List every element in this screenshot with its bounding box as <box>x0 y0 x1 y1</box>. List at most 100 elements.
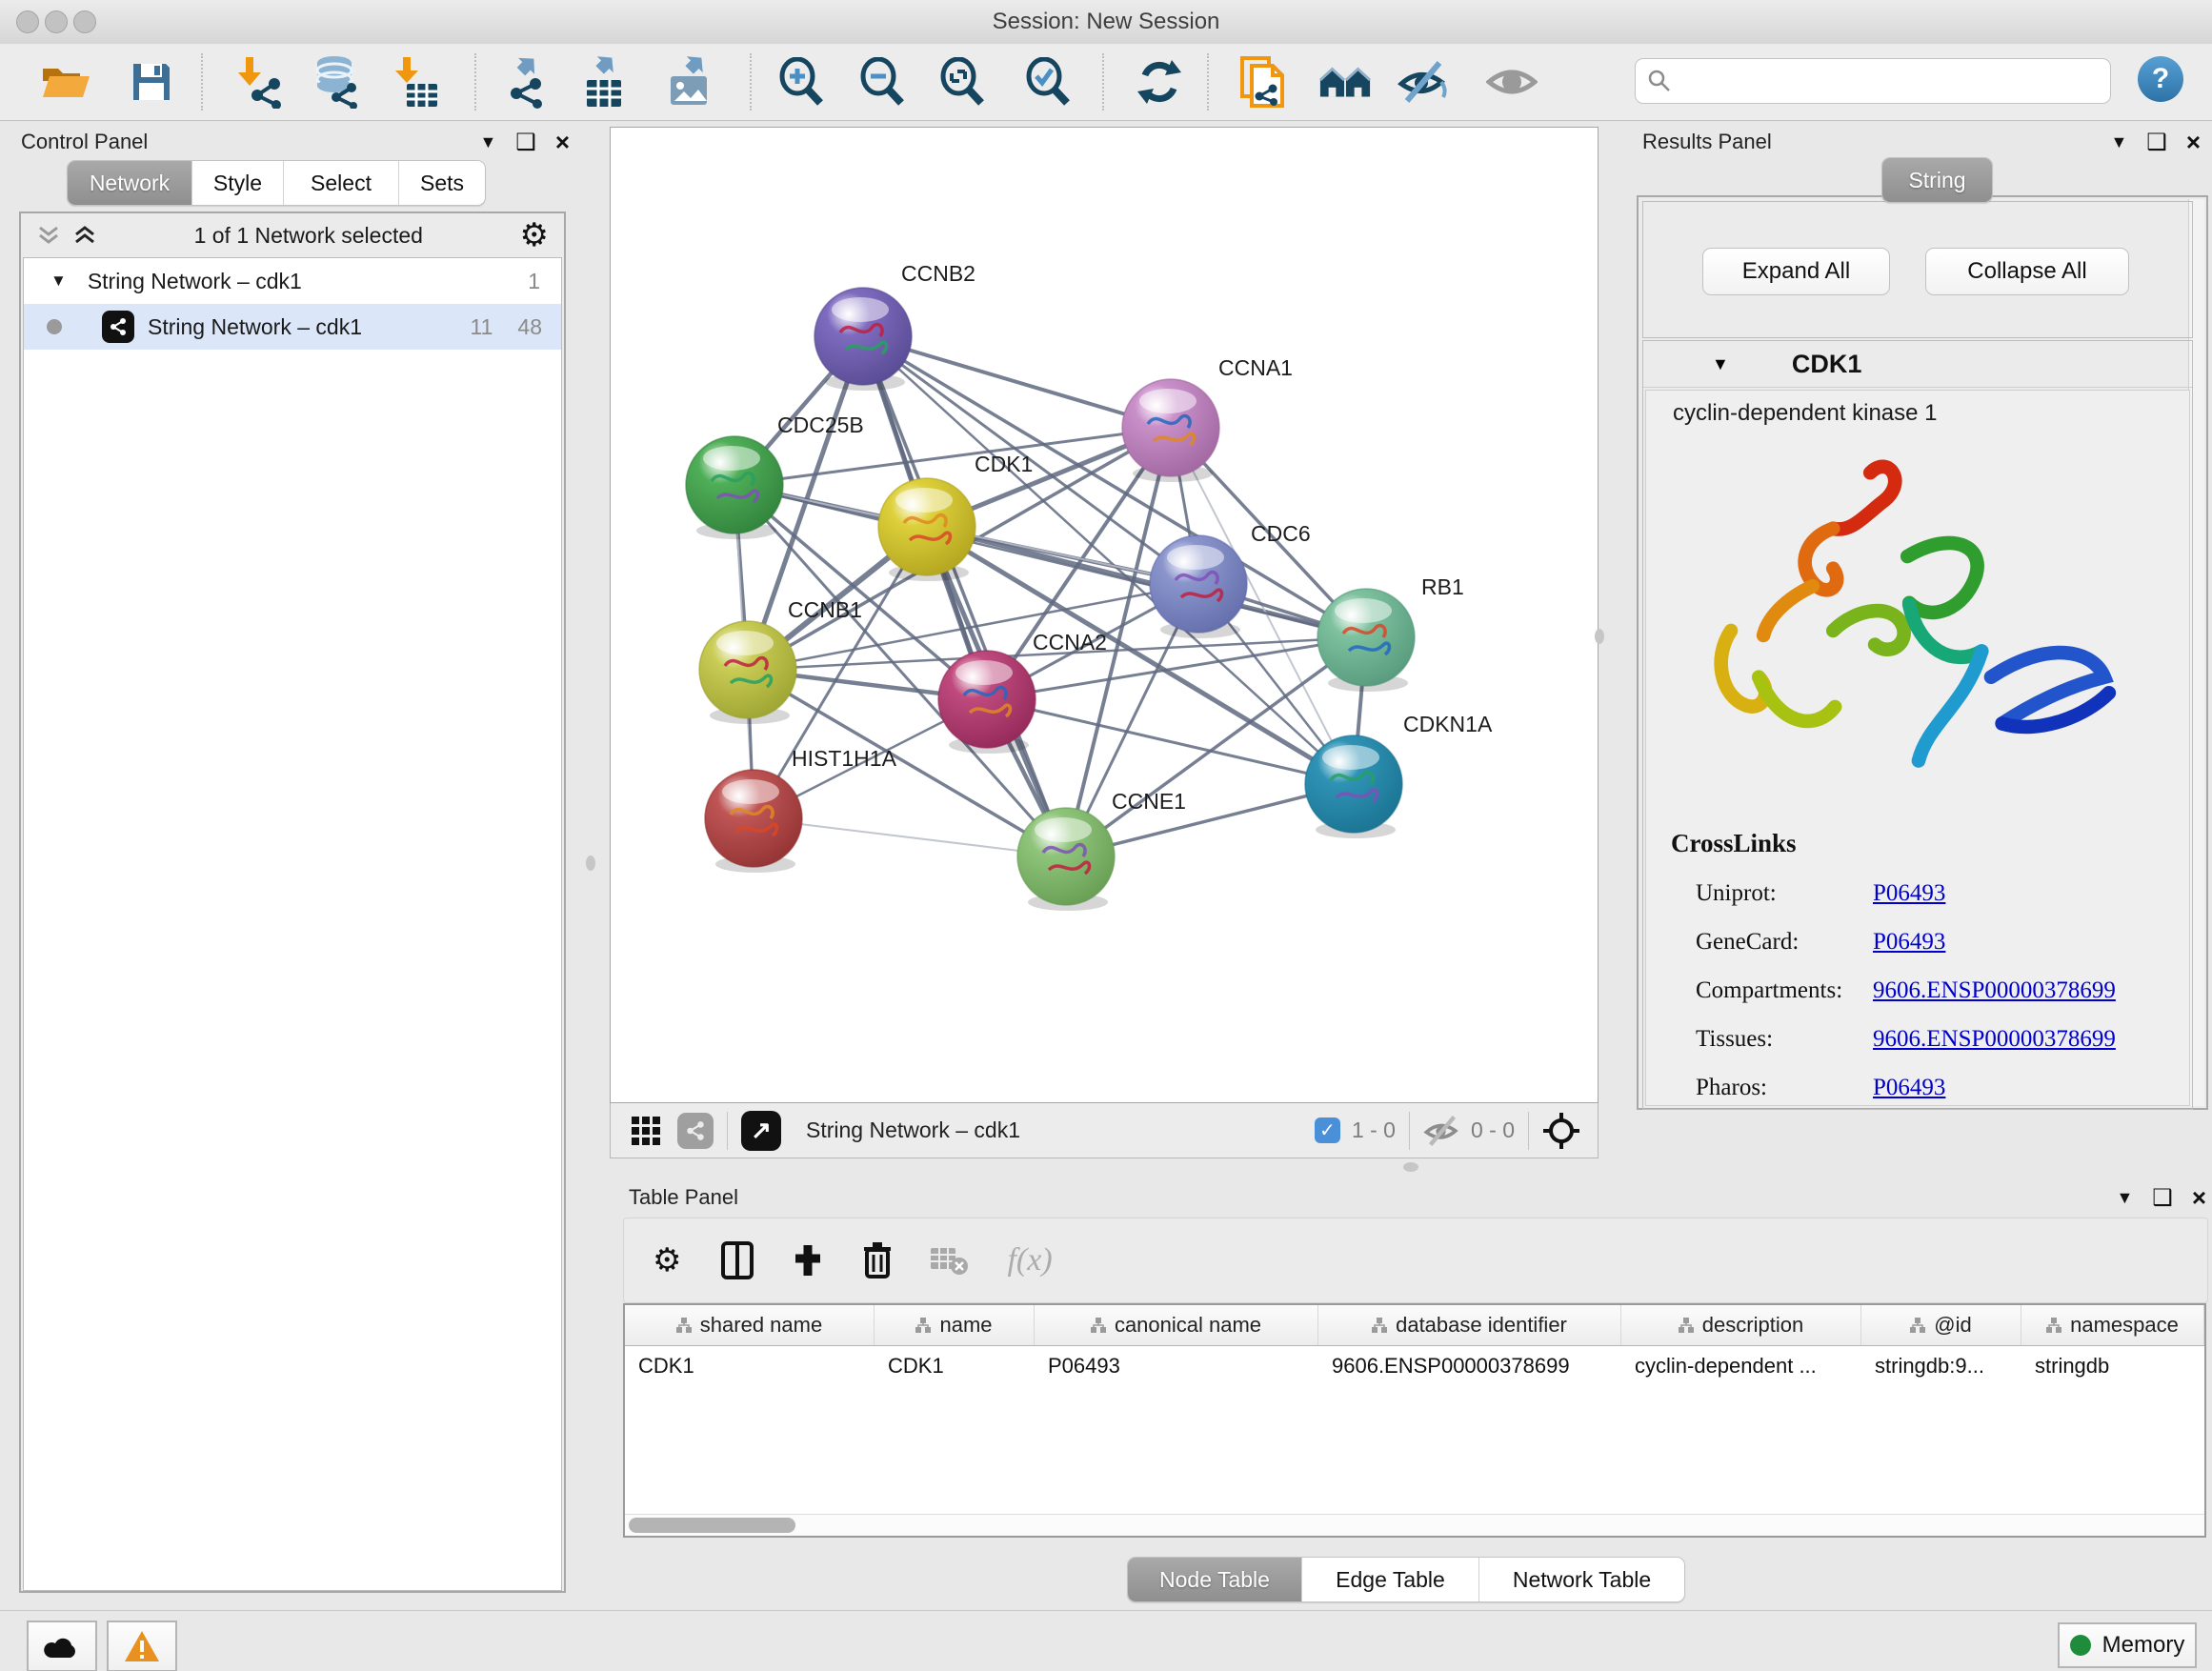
horizontal-scrollbar-thumb[interactable] <box>629 1518 795 1533</box>
new-network-from-selection-button[interactable] <box>1237 55 1291 109</box>
column-header[interactable]: description <box>1621 1305 1861 1345</box>
column-header[interactable]: @id <box>1861 1305 2021 1345</box>
export-table-button[interactable] <box>577 55 631 109</box>
network-style-icon[interactable] <box>677 1113 714 1149</box>
show-columns-icon[interactable] <box>721 1241 754 1279</box>
fit-selected-crosshair-icon[interactable] <box>1542 1112 1580 1150</box>
section-collapse-triangle-icon[interactable]: ▼ <box>1712 354 1729 374</box>
node-CCNA1[interactable]: CCNA1 <box>1122 355 1293 482</box>
export-network-button[interactable] <box>499 55 553 109</box>
column-header[interactable]: canonical name <box>1035 1305 1318 1345</box>
close-panel-icon[interactable]: × <box>555 128 570 157</box>
column-header[interactable]: shared name <box>625 1305 875 1345</box>
tab-select[interactable]: Select <box>284 161 399 205</box>
column-header[interactable]: name <box>875 1305 1035 1345</box>
maximize-panel-icon[interactable]: ❑ <box>2146 129 2167 156</box>
zoom-selected-button[interactable] <box>1021 55 1075 109</box>
right-splitter-handle[interactable] <box>1595 629 1604 644</box>
tab-network-table[interactable]: Network Table <box>1479 1558 1684 1601</box>
tab-sets[interactable]: Sets <box>399 161 485 205</box>
uniprot-link[interactable]: P06493 <box>1873 880 1945 907</box>
search-box[interactable] <box>1635 58 2111 104</box>
column-header[interactable]: namespace <box>2021 1305 2204 1345</box>
network-row-selected[interactable]: String Network – cdk1 11 48 <box>24 304 561 350</box>
warnings-button[interactable] <box>107 1621 177 1671</box>
cell-name[interactable]: CDK1 <box>875 1346 1035 1386</box>
import-network-database-button[interactable] <box>310 55 363 109</box>
bottom-splitter-handle[interactable] <box>1403 1162 1418 1172</box>
maximize-panel-icon[interactable]: ❑ <box>515 129 536 156</box>
collapse-all-networks-icon[interactable] <box>36 224 61 247</box>
tab-edge-table[interactable]: Edge Table <box>1302 1558 1479 1601</box>
crosslinks-title: CrossLinks <box>1671 829 1797 858</box>
cell-database-identifier[interactable]: 9606.ENSP00000378699 <box>1318 1346 1621 1386</box>
tab-style[interactable]: Style <box>192 161 284 205</box>
expand-all-button[interactable]: Expand All <box>1702 248 1890 295</box>
cell-shared-name[interactable]: CDK1 <box>625 1346 875 1386</box>
open-in-window-icon[interactable]: ↗ <box>741 1111 781 1151</box>
network-options-gear-icon[interactable]: ⚙ <box>520 219 549 252</box>
memory-button[interactable]: Memory <box>2058 1622 2197 1668</box>
collapse-all-button[interactable]: Collapse All <box>1925 248 2129 295</box>
import-network-file-button[interactable] <box>234 55 288 109</box>
export-image-button[interactable] <box>665 55 718 109</box>
tab-node-table[interactable]: Node Table <box>1128 1558 1302 1601</box>
node-CCNB2[interactable]: CCNB2 <box>814 261 975 391</box>
save-session-button[interactable] <box>125 55 178 109</box>
node-CDK1[interactable]: CDK1 <box>878 452 1033 581</box>
network-collection-row[interactable]: ▼ String Network – cdk1 1 <box>24 258 561 304</box>
import-table-button[interactable] <box>390 55 443 109</box>
refresh-button[interactable] <box>1133 55 1186 109</box>
column-header[interactable]: database identifier <box>1318 1305 1621 1345</box>
string-network-graph[interactable]: CCNB2CCNA1CDC25BCDK1CDC6RB1CCNB1CCNA2CDK… <box>611 128 1598 1102</box>
zoom-fit-button[interactable] <box>935 55 989 109</box>
cell-id[interactable]: stringdb:9... <box>1861 1346 2021 1386</box>
float-panel-icon[interactable]: ▼ <box>479 132 496 152</box>
cell-canonical-name[interactable]: P06493 <box>1035 1346 1318 1386</box>
hide-selected-button[interactable] <box>1397 55 1450 109</box>
zoom-in-button[interactable] <box>774 55 828 109</box>
search-input[interactable] <box>1672 68 2110 94</box>
add-column-icon[interactable] <box>792 1241 824 1279</box>
show-all-button[interactable] <box>1485 55 1538 109</box>
cell-description[interactable]: cyclin-dependent ... <box>1621 1346 1861 1386</box>
maximize-panel-icon[interactable]: ❑ <box>2152 1184 2173 1212</box>
tab-network[interactable]: Network <box>68 161 192 205</box>
table-options-gear-icon[interactable]: ⚙ <box>653 1244 681 1277</box>
cell-namespace[interactable]: stringdb <box>2021 1346 2204 1386</box>
node-CDKN1A[interactable]: CDKN1A <box>1305 712 1493 838</box>
node-CDC6[interactable]: CDC6 <box>1150 521 1311 638</box>
selected-checkbox-icon[interactable]: ✓ <box>1315 1117 1340 1143</box>
expand-all-networks-icon[interactable] <box>72 224 97 247</box>
database-icon <box>310 55 363 109</box>
close-panel-icon[interactable]: × <box>2186 128 2201 157</box>
float-panel-icon[interactable]: ▼ <box>2116 1188 2133 1208</box>
zoom-out-button[interactable] <box>855 55 909 109</box>
function-builder-icon[interactable]: f(x) <box>1007 1242 1052 1278</box>
table-row[interactable]: CDK1 CDK1 P06493 9606.ENSP00000378699 cy… <box>625 1346 2204 1386</box>
node-HIST1H1A[interactable]: HIST1H1A <box>705 746 897 873</box>
zoom-selected-icon <box>1023 57 1073 107</box>
open-session-button[interactable] <box>39 55 92 109</box>
node-RB1[interactable]: RB1 <box>1317 574 1464 692</box>
node-CCNB1[interactable]: CCNB1 <box>699 597 862 724</box>
delete-table-icon[interactable] <box>929 1244 969 1277</box>
float-panel-icon[interactable]: ▼ <box>2110 132 2127 152</box>
tissues-link[interactable]: 9606.ENSP00000378699 <box>1873 1026 2116 1053</box>
first-neighbors-button[interactable] <box>1318 55 1372 109</box>
birds-eye-view-icon[interactable] <box>632 1117 660 1145</box>
control-panel: Control Panel ▼ ❑ × Network Style Select… <box>13 124 570 1597</box>
pharos-link[interactable]: P06493 <box>1873 1075 1945 1101</box>
close-panel-icon[interactable]: × <box>2192 1183 2206 1213</box>
tab-string[interactable]: String <box>1882 158 1992 202</box>
compartments-link[interactable]: 9606.ENSP00000378699 <box>1873 977 2116 1004</box>
left-splitter-handle[interactable] <box>586 856 595 871</box>
network-canvas[interactable]: CCNB2CCNA1CDC25BCDK1CDC6RB1CCNB1CCNA2CDK… <box>610 127 1599 1103</box>
genecard-link[interactable]: P06493 <box>1873 929 1945 956</box>
collapse-triangle-icon[interactable]: ▼ <box>50 272 67 291</box>
cloud-status-button[interactable] <box>27 1621 97 1671</box>
help-button[interactable]: ? <box>2138 56 2183 102</box>
bar-separator <box>1528 1112 1529 1150</box>
delete-column-trash-icon[interactable] <box>862 1240 893 1280</box>
horizontal-scrollbar[interactable] <box>625 1514 2204 1536</box>
